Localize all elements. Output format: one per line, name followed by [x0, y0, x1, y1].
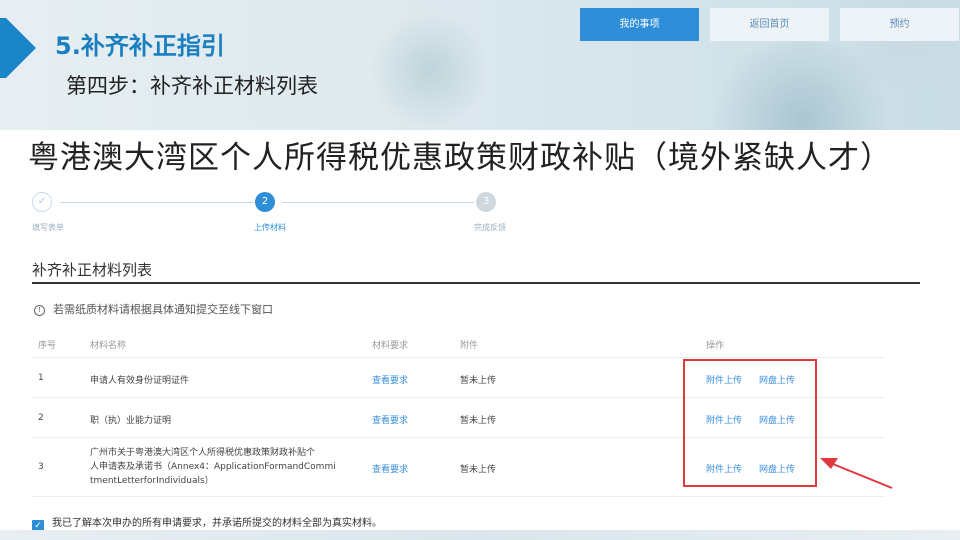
nav-my-items-button[interactable]: 我的事项	[580, 8, 699, 41]
material-name-line: tmentLetterforIndividuals）	[90, 476, 214, 486]
header-name: 材料名称	[90, 341, 127, 351]
attachment-status: 暂未上传	[460, 416, 497, 426]
header-banner: 5.补齐补正指引 第四步：补齐补正材料列表 我的事项 返回首页 预约	[0, 0, 960, 130]
header-index: 序号	[38, 341, 57, 351]
material-name: 申请人有效身份证明证件	[90, 376, 190, 386]
step-2-indicator: 2	[255, 192, 275, 212]
notice: ! 若需纸质材料请根据具体通知提交至线下窗口	[34, 301, 273, 317]
chevron-right-icon	[6, 18, 36, 78]
page-title: 粤港澳大湾区个人所得税优惠政策财政补贴（境外紧缺人才）	[28, 140, 892, 176]
guide-step-subtitle: 第四步：补齐补正材料列表	[66, 74, 318, 98]
material-name-line: 广州市关于粤港澳大湾区个人所得税优惠政策财政补贴个	[90, 448, 316, 458]
table-header: 序号 材料名称 材料要求 附件 操作	[32, 329, 884, 357]
header-attachment: 附件	[460, 341, 479, 351]
annotation-highlight-box	[683, 359, 817, 487]
nav-appointment-button[interactable]: 预约	[840, 8, 959, 41]
footer-strip	[0, 530, 960, 540]
agreement-text: 我已了解本次申办的所有申请要求，并承诺所提交的材料全部为真实材料。	[52, 518, 382, 529]
material-name: 职（执）业能力证明	[90, 416, 172, 426]
guide-step-title: 5.补齐补正指引	[55, 32, 225, 60]
step-3-indicator: 3	[476, 192, 496, 212]
section-title: 补齐补正材料列表	[32, 261, 153, 279]
row-index: 1	[38, 373, 44, 383]
attachment-status: 暂未上传	[460, 465, 497, 475]
header-requirement: 材料要求	[372, 341, 409, 351]
row-index: 3	[38, 462, 44, 472]
attachment-status: 暂未上传	[460, 376, 497, 386]
material-name: 广州市关于粤港澳大湾区个人所得税优惠政策财政补贴个 人申请表及承诺书（Annex…	[90, 446, 375, 488]
material-name-line: 人申请表及承诺书（Annex4：ApplicationFormandCommi	[90, 462, 336, 472]
decor-flower	[370, 10, 490, 130]
step-1-check-icon: ✓	[32, 192, 52, 212]
annotation-arrow-icon	[820, 458, 893, 489]
step-3-label: 完成反馈	[474, 223, 506, 232]
step-1-label: 填写表单	[32, 223, 64, 232]
view-requirement-link[interactable]: 查看要求	[372, 413, 408, 426]
view-requirement-link[interactable]: 查看要求	[372, 373, 408, 386]
header-action: 操作	[706, 341, 725, 351]
notice-text: 若需纸质材料请根据具体通知提交至线下窗口	[53, 303, 273, 316]
progress-steps: ✓ 2 3 填写表单 上传材料 完成反馈	[32, 192, 632, 237]
info-icon: !	[34, 305, 45, 316]
view-requirement-link[interactable]: 查看要求	[372, 462, 408, 475]
row-index: 2	[38, 413, 44, 423]
step-connector	[60, 202, 254, 203]
step-2-label: 上传材料	[254, 223, 286, 232]
step-connector	[282, 202, 474, 203]
divider	[32, 282, 920, 284]
nav-home-button[interactable]: 返回首页	[710, 8, 829, 41]
